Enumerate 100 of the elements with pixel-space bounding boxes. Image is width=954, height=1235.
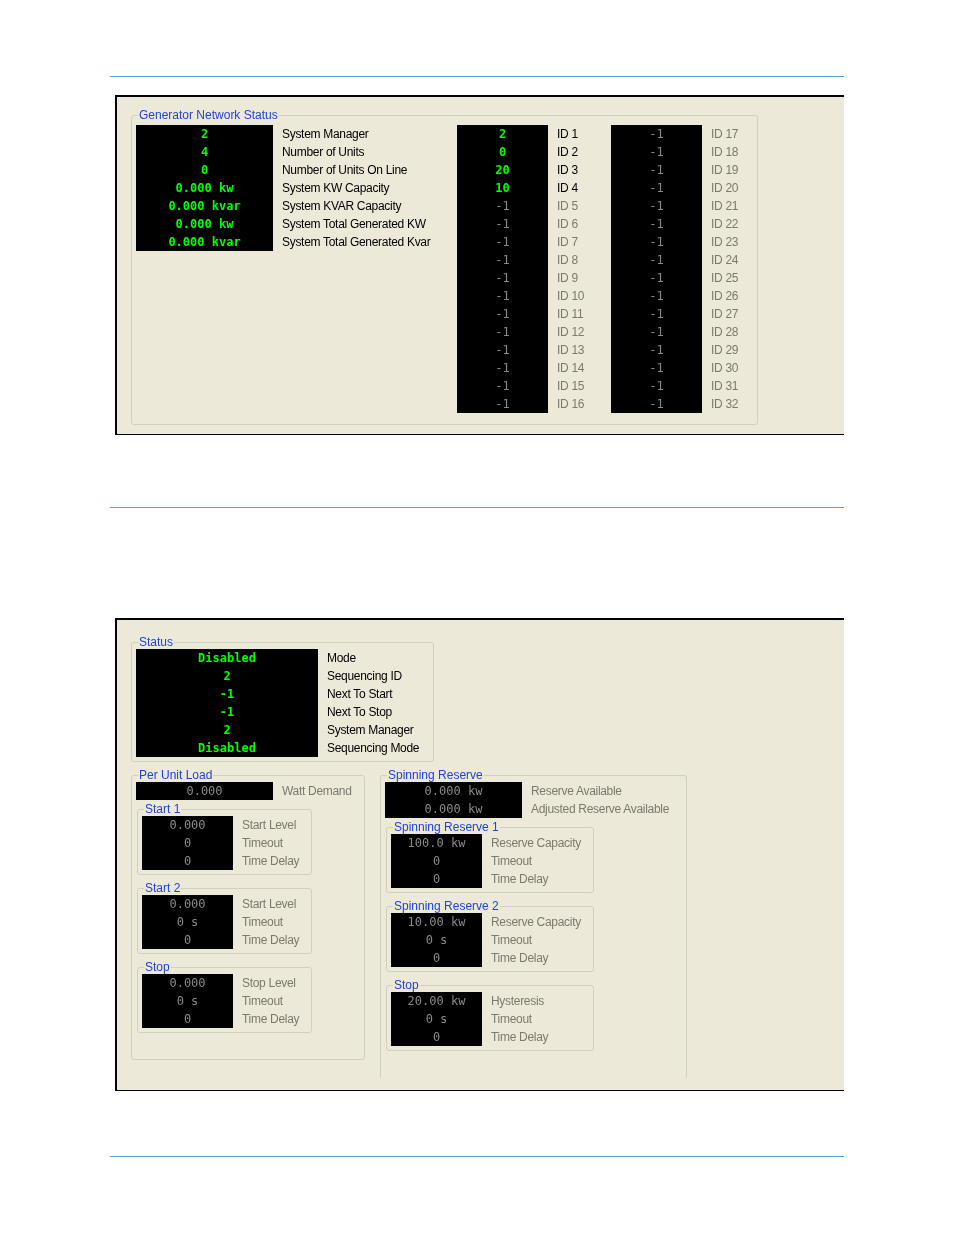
readout-value: 0 [391,1028,482,1046]
readout-label: ID 16 [557,396,585,413]
readout-label: Time Delay [491,1029,549,1046]
readout-label: Timeout [491,1011,532,1028]
readout-value: -1 [611,233,702,251]
readout-value: Disabled [136,649,318,667]
readout-value: 0.000 kw [385,782,522,800]
readout-value: 20.00 kw [391,992,482,1010]
readout-label: Timeout [491,853,532,870]
readout-value: -1 [457,359,548,377]
group-title: Status [138,635,175,649]
readout-value: 0 [142,1010,233,1028]
readout-value: 0.000 [136,782,273,800]
readout-label: ID 24 [711,252,739,269]
readout-value: -1 [611,323,702,341]
group-title: Stop [144,960,171,974]
readout-value: -1 [611,251,702,269]
readout-value: -1 [611,215,702,233]
readout-value: 0 [142,834,233,852]
group-title: Per Unit Load [138,768,214,782]
readout-label: ID 5 [557,198,578,215]
readout-value: 0 [142,931,233,949]
readout-value: 0 [391,949,482,967]
readout-value: -1 [457,323,548,341]
readout-value: 0 s [391,931,482,949]
readout-label: Sequencing ID [327,668,402,685]
readout-label: ID 9 [557,270,578,287]
readout-value: 0.000 [142,816,233,834]
readout-label: Adjusted Reserve Available [531,801,670,818]
readout-label: Timeout [242,835,283,852]
readout-value: -1 [457,305,548,323]
readout-value: Disabled [136,739,318,757]
readout-label: ID 8 [557,252,578,269]
readout-value: -1 [457,341,548,359]
group-title: Stop [393,978,420,992]
readout-value: -1 [457,251,548,269]
readout-label: ID 32 [711,396,739,413]
readout-label: ID 26 [711,288,739,305]
readout-value: -1 [611,143,702,161]
readout-value: 0 [136,161,273,179]
readout-label: Time Delay [491,871,549,888]
readout-label: ID 22 [711,216,739,233]
readout-label: Time Delay [242,1011,300,1028]
readout-label: ID 31 [711,378,739,395]
group-title: Spinning Reserve [387,768,484,782]
readout-value: 0.000 kw [385,800,522,818]
readout-label: Reserve Available [531,783,622,800]
group-title: Start 2 [144,881,182,895]
readout-label: ID 3 [557,162,578,179]
readout-value: -1 [611,179,702,197]
readout-label: ID 27 [711,306,739,323]
readout-value: -1 [457,233,548,251]
readout-value: -1 [611,125,702,143]
readout-label: ID 11 [557,306,584,323]
readout-label: Timeout [242,993,283,1010]
readout-label: ID 30 [711,360,739,377]
readout-value: 2 [457,125,548,143]
readout-value: 0.000 kw [136,179,273,197]
readout-value: -1 [611,305,702,323]
readout-value: -1 [611,359,702,377]
readout-value: -1 [457,215,548,233]
readout-label: Hysteresis [491,993,544,1010]
readout-value: -1 [136,685,318,703]
readout-label: Next To Stop [327,704,392,721]
readout-label: ID 4 [557,180,578,197]
readout-label: Reserve Capacity [491,835,581,852]
readout-label: Start Level [242,817,297,834]
readout-value: -1 [457,269,548,287]
readout-value: 0 s [142,913,233,931]
readout-label: ID 29 [711,342,739,359]
readout-value: 10 [457,179,548,197]
readout-label: Time Delay [242,932,300,949]
readout-value: -1 [611,287,702,305]
readout-label: ID 15 [557,378,585,395]
readout-value: 0.000 kw [136,215,273,233]
readout-value: 0 [142,852,233,870]
readout-label: Start Level [242,896,297,913]
readout-value: 0 [391,870,482,888]
readout-value: -1 [611,269,702,287]
readout-value: 0 s [142,992,233,1010]
readout-value: 2 [136,125,273,143]
readout-label: ID 28 [711,324,739,341]
readout-value: -1 [611,341,702,359]
readout-value: 100.0 kw [391,834,482,852]
readout-value: -1 [457,197,548,215]
group-title: Spinning Reserve 2 [393,899,500,913]
readout-label: ID 12 [557,324,585,341]
readout-value: -1 [457,395,548,413]
readout-value: 20 [457,161,548,179]
group-title: Spinning Reserve 1 [393,820,500,834]
readout-label: Sequencing Mode [327,740,420,757]
readout-label: Time Delay [242,853,300,870]
readout-label: Watt Demand [282,783,352,800]
readout-label: ID 7 [557,234,578,251]
readout-label: Mode [327,650,356,667]
readout-label: ID 13 [557,342,585,359]
readout-value: -1 [457,287,548,305]
readout-value: -1 [611,395,702,413]
readout-label: System Manager [282,126,369,143]
readout-value: -1 [136,703,318,721]
